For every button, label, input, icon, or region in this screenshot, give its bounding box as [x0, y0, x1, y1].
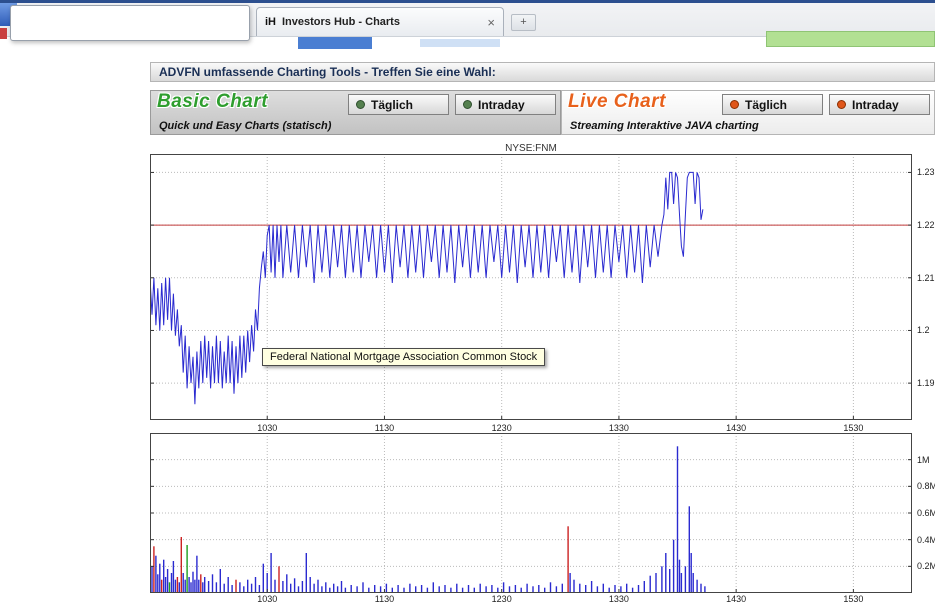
toolbar-blue-fragment: [298, 37, 372, 49]
price-x-tick-label: 1430: [726, 423, 747, 433]
address-dropdown[interactable]: [10, 5, 250, 41]
page-title: ADVFN umfassende Charting Tools - Treffe…: [150, 62, 935, 82]
basic-taeglich-button[interactable]: Täglich: [348, 94, 449, 115]
volume-chart: [150, 433, 912, 593]
chart-symbol-title: NYSE:FNM: [505, 143, 557, 154]
volume-x-tick-label: 1330: [608, 594, 629, 604]
toolbar-red-fragment: [0, 28, 7, 39]
price-x-tick-label: 1230: [491, 423, 512, 433]
button-label: Täglich: [371, 97, 414, 112]
volume-x-tick-label: 1530: [843, 594, 864, 604]
site-favicon-icon: iH: [265, 16, 276, 28]
price-y-axis: 1.23 1.22 1.21 1.2 1.19: [915, 154, 935, 420]
radio-dot-icon: [356, 100, 365, 109]
basic-chart-buttons: Täglich Intraday: [348, 94, 556, 115]
toolbar-lightblue-fragment: [420, 39, 500, 47]
live-chart-buttons: Täglich Intraday: [722, 94, 930, 115]
tab-investors-hub-charts[interactable]: iH Investors Hub - Charts ×: [256, 7, 504, 36]
basic-chart-subtitle: Quick und Easy Charts (statisch): [159, 120, 332, 132]
new-tab-button[interactable]: +: [511, 14, 536, 31]
radio-dot-icon: [463, 100, 472, 109]
live-chart-subtitle: Streaming Interaktive JAVA charting: [570, 120, 759, 132]
price-x-tick-label: 1330: [608, 423, 629, 433]
volume-y-tick-label: 1M: [917, 454, 930, 465]
price-y-tick-label: 1.21: [917, 272, 935, 283]
button-label: Intraday: [852, 97, 899, 112]
live-chart-panel: Live Chart Täglich Intraday Streaming In…: [561, 90, 935, 135]
chart-tooltip: Federal National Mortgage Association Co…: [262, 348, 546, 366]
price-chart-svg: [150, 154, 912, 420]
radio-dot-icon: [837, 100, 846, 109]
live-intraday-button[interactable]: Intraday: [829, 94, 930, 115]
banner-fragment[interactable]: [766, 31, 935, 47]
price-y-tick-label: 1.2: [917, 325, 930, 336]
radio-dot-icon: [730, 100, 739, 109]
volume-y-tick-label: 0.8M: [917, 481, 935, 492]
basic-intraday-button[interactable]: Intraday: [455, 94, 556, 115]
button-label: Intraday: [478, 97, 525, 112]
volume-x-tick-label: 1130: [374, 594, 395, 604]
volume-chart-svg: [150, 433, 912, 593]
basic-chart-heading: Basic Chart: [157, 91, 269, 112]
price-x-tick-label: 1530: [843, 423, 864, 433]
tab-title: Investors Hub - Charts: [282, 16, 400, 28]
button-label: Täglich: [745, 97, 788, 112]
volume-y-tick-label: 0.4M: [917, 534, 935, 545]
price-x-tick-label: 1030: [257, 423, 278, 433]
basic-chart-panel: Basic Chart Täglich Intraday Quick und E…: [150, 90, 561, 135]
price-chart: [150, 154, 912, 420]
volume-x-tick-label: 1230: [491, 594, 512, 604]
volume-x-tick-label: 1030: [257, 594, 278, 604]
volume-y-tick-label: 0.6M: [917, 508, 935, 518]
volume-y-axis: 1M 0.8M 0.6M 0.4M 0.2M: [915, 433, 935, 593]
live-chart-heading: Live Chart: [568, 91, 666, 112]
tab-close-icon[interactable]: ×: [487, 15, 495, 30]
price-y-tick-label: 1.23: [917, 167, 935, 178]
volume-x-axis: 1030 1130 1230 1330 1430 1530: [150, 594, 912, 605]
live-taeglich-button[interactable]: Täglich: [722, 94, 823, 115]
price-y-tick-label: 1.19: [917, 378, 935, 389]
window-top-border: [0, 0, 935, 3]
volume-x-tick-label: 1430: [726, 594, 747, 604]
volume-y-tick-label: 0.2M: [917, 561, 935, 572]
price-x-tick-label: 1130: [374, 423, 395, 433]
price-y-tick-label: 1.22: [917, 220, 935, 231]
